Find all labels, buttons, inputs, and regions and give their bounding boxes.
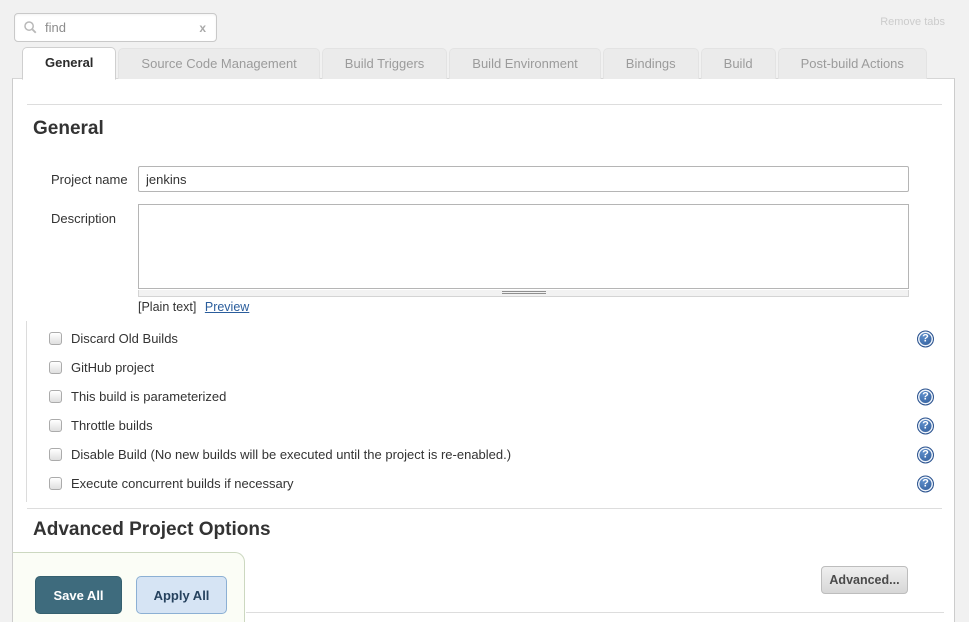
option-row-parameterized: This build is parameterized ?	[27, 382, 954, 411]
help-icon[interactable]: ?	[917, 330, 934, 347]
markup-format-label: [Plain text]	[138, 300, 196, 314]
config-tabbar: General Source Code Management Build Tri…	[22, 48, 927, 79]
tab-build-environment[interactable]: Build Environment	[449, 48, 601, 79]
project-name-label: Project name	[51, 172, 128, 187]
option-label: Throttle builds	[71, 418, 153, 433]
tab-general[interactable]: General	[22, 47, 116, 80]
disable-build-checkbox[interactable]	[49, 448, 62, 461]
option-list: Discard Old Builds ? GitHub project This…	[26, 321, 954, 502]
remove-tabs-link[interactable]: Remove tabs	[880, 16, 945, 28]
section-divider	[27, 104, 942, 105]
search-icon	[23, 20, 38, 35]
option-row-github-project: GitHub project	[27, 353, 954, 382]
help-icon[interactable]: ?	[917, 446, 934, 463]
option-row-disable-build: Disable Build (No new builds will be exe…	[27, 440, 954, 469]
save-panel: Save All Apply All	[12, 552, 245, 622]
help-icon[interactable]: ?	[917, 388, 934, 405]
description-footer: [Plain text] Preview	[138, 300, 249, 314]
option-row-discard-old-builds: Discard Old Builds ?	[27, 324, 954, 353]
tab-source-code-management[interactable]: Source Code Management	[118, 48, 319, 79]
description-textarea[interactable]	[138, 204, 909, 289]
textarea-resize-handle[interactable]	[138, 290, 909, 297]
search-clear-icon[interactable]: x	[197, 21, 208, 35]
config-search-box[interactable]: x	[14, 13, 217, 42]
parameterized-checkbox[interactable]	[49, 390, 62, 403]
save-all-button[interactable]: Save All	[35, 576, 122, 614]
description-label: Description	[51, 211, 116, 226]
general-section-title: General	[33, 118, 104, 140]
option-label: Disable Build (No new builds will be exe…	[71, 447, 511, 462]
tab-post-build-actions[interactable]: Post-build Actions	[778, 48, 927, 79]
option-row-concurrent-builds: Execute concurrent builds if necessary ?	[27, 469, 954, 498]
project-name-input[interactable]	[138, 166, 909, 192]
option-label: Discard Old Builds	[71, 331, 178, 346]
preview-link[interactable]: Preview	[205, 300, 249, 314]
help-icon[interactable]: ?	[917, 417, 934, 434]
concurrent-builds-checkbox[interactable]	[49, 477, 62, 490]
advanced-section-title: Advanced Project Options	[33, 519, 271, 541]
tab-build-triggers[interactable]: Build Triggers	[322, 48, 447, 79]
section-divider	[27, 508, 942, 509]
option-row-throttle-builds: Throttle builds ?	[27, 411, 954, 440]
option-label: Execute concurrent builds if necessary	[71, 476, 294, 491]
option-label: This build is parameterized	[71, 389, 226, 404]
github-project-checkbox[interactable]	[49, 361, 62, 374]
resize-grip-icon	[502, 291, 546, 295]
bottom-divider	[246, 612, 944, 613]
search-input[interactable]	[45, 20, 197, 35]
help-icon[interactable]: ?	[917, 475, 934, 492]
tab-build[interactable]: Build	[701, 48, 776, 79]
config-pane: General Project name Description [Plain …	[12, 78, 955, 622]
discard-old-builds-checkbox[interactable]	[49, 332, 62, 345]
tab-bindings[interactable]: Bindings	[603, 48, 699, 79]
throttle-builds-checkbox[interactable]	[49, 419, 62, 432]
apply-all-button[interactable]: Apply All	[136, 576, 227, 614]
advanced-button[interactable]: Advanced...	[821, 566, 908, 594]
option-label: GitHub project	[71, 360, 154, 375]
